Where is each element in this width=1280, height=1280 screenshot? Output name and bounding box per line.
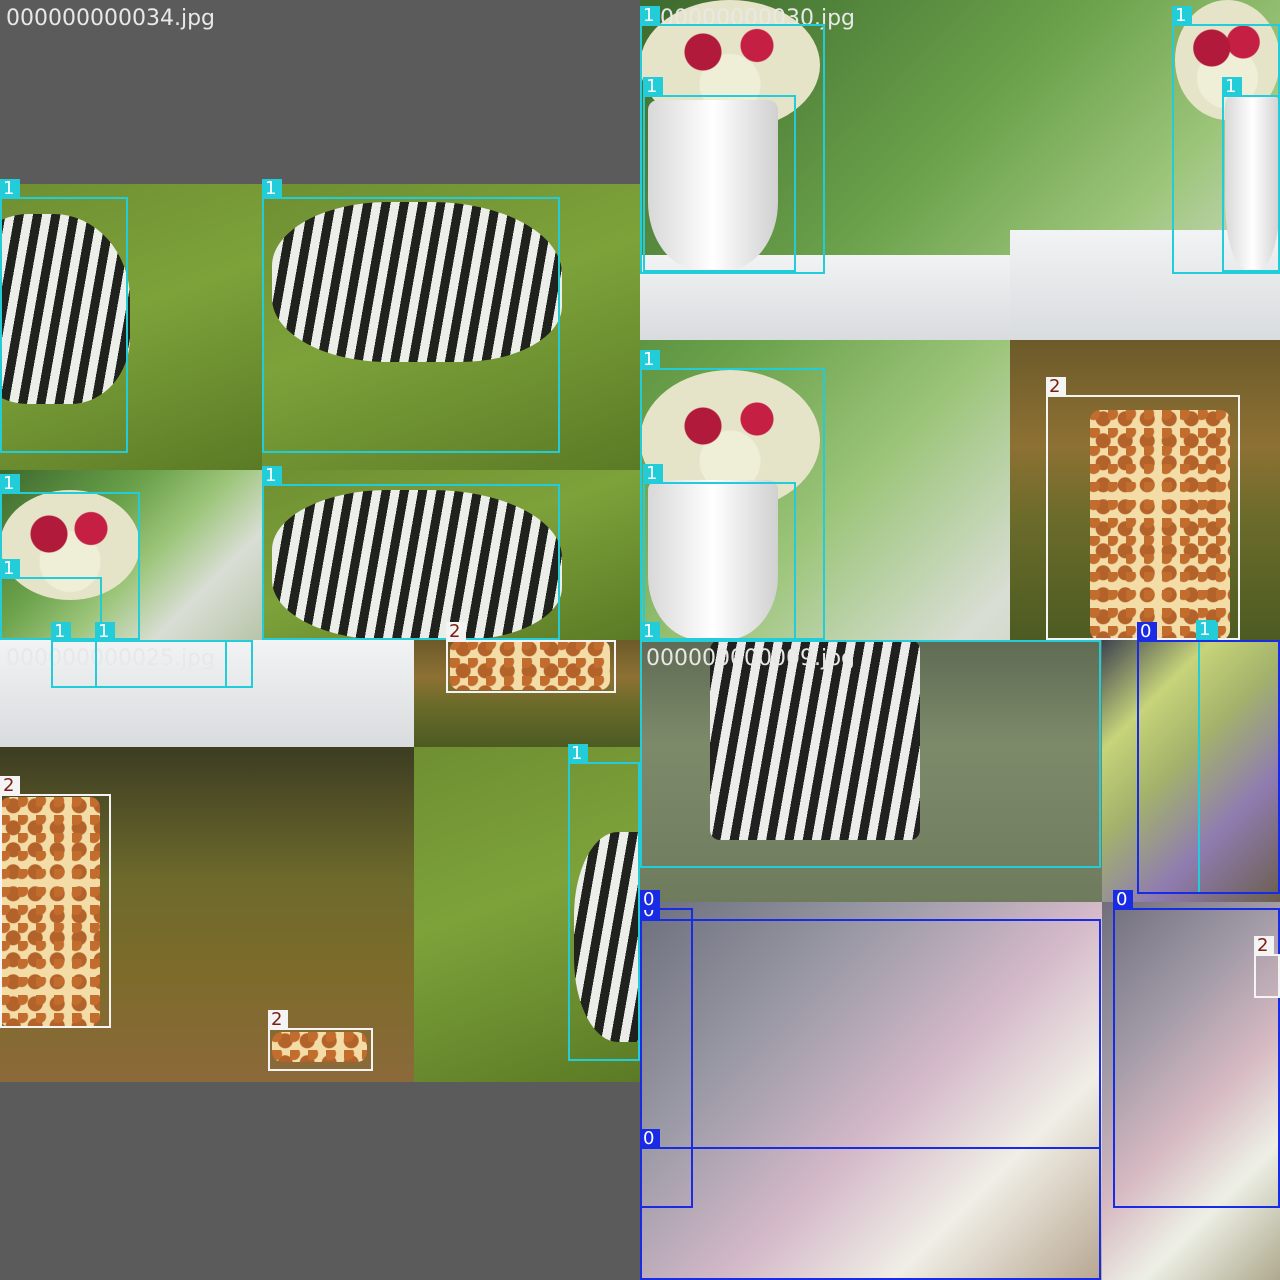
bounding-box: 1 bbox=[262, 179, 560, 453]
bounding-box: 0 bbox=[640, 1129, 1101, 1280]
class-tag: 1 bbox=[262, 466, 282, 486]
class-tag: 1 bbox=[1172, 6, 1192, 26]
class-tag: 0 bbox=[640, 1129, 660, 1149]
class-tag: 1 bbox=[0, 474, 20, 494]
bounding-box: 1 bbox=[568, 744, 640, 1061]
class-tag: 1 bbox=[95, 622, 115, 642]
class-tag: 2 bbox=[446, 622, 466, 642]
bounding-box: 1 bbox=[640, 622, 1101, 868]
mosaic-canvas: 000000000034.jpg 000000000030.jpg 000000… bbox=[0, 0, 1280, 1280]
bounding-box: 1 bbox=[0, 179, 128, 453]
bounding-box: 2 bbox=[0, 776, 111, 1028]
class-tag: 1 bbox=[643, 464, 663, 484]
class-tag: 0 bbox=[1137, 622, 1157, 642]
bounding-box: 2 bbox=[1046, 377, 1240, 640]
class-tag: 2 bbox=[1046, 377, 1066, 397]
class-tag: 1 bbox=[568, 744, 588, 764]
class-tag: 1 bbox=[643, 77, 663, 97]
bounding-box: 2 bbox=[268, 1010, 373, 1071]
class-tag: 2 bbox=[0, 776, 20, 796]
class-tag: 2 bbox=[1254, 936, 1274, 956]
class-tag: 1 bbox=[640, 6, 660, 26]
class-tag: 1 bbox=[640, 350, 660, 370]
tile-filename-label: 000000000034.jpg bbox=[6, 6, 215, 31]
class-tag: 1 bbox=[0, 559, 20, 579]
bounding-box: 1 bbox=[262, 466, 560, 640]
class-tag: 0 bbox=[1113, 890, 1133, 910]
class-tag: 1 bbox=[640, 622, 660, 642]
bounding-box: 1 bbox=[1222, 77, 1280, 272]
class-tag: 1 bbox=[0, 179, 20, 199]
bounding-box: 1 bbox=[643, 77, 796, 272]
class-tag: 2 bbox=[268, 1010, 288, 1030]
class-tag: 1 bbox=[262, 179, 282, 199]
class-tag: 1 bbox=[1222, 77, 1242, 97]
bounding-box: 1 bbox=[643, 464, 796, 640]
class-tag: 0 bbox=[640, 890, 660, 910]
bounding-box: 1 bbox=[95, 622, 253, 688]
class-tag: 1 bbox=[1196, 620, 1216, 640]
bounding-box: 0 bbox=[1137, 622, 1280, 894]
class-tag: 1 bbox=[51, 622, 71, 642]
bounding-box: 2 bbox=[1254, 936, 1280, 998]
bounding-box: 2 bbox=[446, 622, 616, 693]
